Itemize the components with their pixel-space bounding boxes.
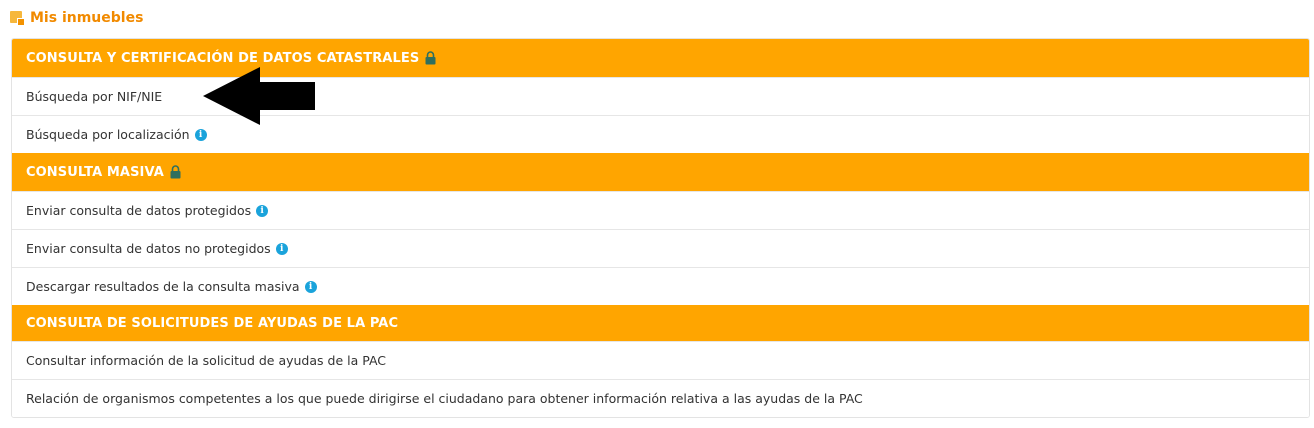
page-title: Mis inmuebles (30, 10, 144, 26)
menu-item-label: Descargar resultados de la consulta masi… (26, 279, 300, 294)
menu-item-datos-no-protegidos[interactable]: Enviar consulta de datos no protegidos i (12, 229, 1309, 267)
section-header-ayudas-pac: CONSULTA DE SOLICITUDES DE AYUDAS DE LA … (12, 305, 1309, 341)
menu-item-organismos-competentes[interactable]: Relación de organismos competentes a los… (12, 379, 1309, 417)
section-title: CONSULTA MASIVA (26, 164, 164, 180)
menu-item-datos-protegidos[interactable]: Enviar consulta de datos protegidos i (12, 191, 1309, 229)
info-icon[interactable]: i (256, 204, 269, 217)
menu-item-label: Búsqueda por NIF/NIE (26, 89, 163, 104)
building-icon (10, 11, 25, 26)
section-title: CONSULTA Y CERTIFICACIÓN DE DATOS CATAST… (26, 50, 420, 66)
menu-item-label: Relación de organismos competentes a los… (26, 391, 863, 406)
page-header: Mis inmuebles (10, 8, 143, 28)
info-icon[interactable]: i (304, 280, 317, 293)
info-icon[interactable]: i (194, 128, 207, 141)
menu-item-descargar-resultados[interactable]: Descargar resultados de la consulta masi… (12, 267, 1309, 305)
section-header-consulta-masiva: CONSULTA MASIVA (12, 153, 1309, 191)
menu-item-label: Búsqueda por localización (26, 127, 190, 142)
lock-icon (170, 165, 181, 179)
pointer-arrow-icon (203, 67, 315, 125)
menu-item-label: Enviar consulta de datos protegidos (26, 203, 252, 218)
menu-item-label: Enviar consulta de datos no protegidos (26, 241, 271, 256)
menu-item-label: Consultar información de la solicitud de… (26, 353, 387, 368)
lock-icon (425, 51, 436, 65)
menu-item-consultar-solicitud-pac[interactable]: Consultar información de la solicitud de… (12, 341, 1309, 379)
info-icon[interactable]: i (275, 242, 288, 255)
section-title: CONSULTA DE SOLICITUDES DE AYUDAS DE LA … (26, 315, 399, 331)
